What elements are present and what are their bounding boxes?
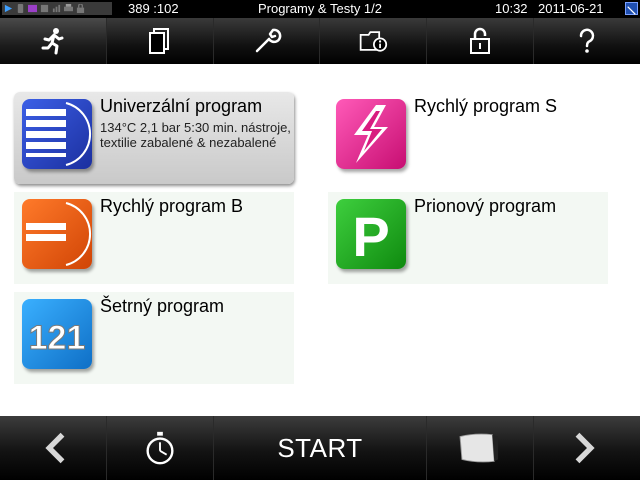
program-quick-s[interactable]: Rychlý program S xyxy=(328,92,608,184)
prion-letter: P xyxy=(352,205,389,268)
padlock-icon xyxy=(470,27,491,54)
door-button[interactable] xyxy=(427,416,534,480)
folder-info-icon xyxy=(360,31,388,52)
forward-button[interactable] xyxy=(534,416,640,480)
status-bar: 389 :102 Programy & Testy 1/2 10:32 2011… xyxy=(0,0,640,17)
program-list: Univerzální program 134°C 2,1 bar 5:30 m… xyxy=(0,64,640,416)
tab-help[interactable] xyxy=(534,18,640,64)
back-button[interactable] xyxy=(0,416,107,480)
wrench-icon xyxy=(255,28,281,53)
program-name: Rychlý program B xyxy=(100,196,244,216)
program-description: 134°C 2,1 bar 5:30 min. nástroje, textil… xyxy=(100,120,291,150)
universal-program-icon xyxy=(22,99,92,169)
program-name: Prionový program xyxy=(414,196,557,216)
quick-b-icon xyxy=(22,199,92,269)
door-icon xyxy=(459,433,499,463)
program-name: Šetrný program xyxy=(100,296,225,316)
top-navigation xyxy=(0,18,640,64)
running-person-icon xyxy=(41,28,64,55)
tab-documents[interactable] xyxy=(106,18,214,64)
lightning-icon xyxy=(336,99,406,169)
tab-lock[interactable] xyxy=(427,18,535,64)
prion-p-icon: P xyxy=(336,199,406,269)
gentle-icon-text: 121 xyxy=(29,319,86,357)
help-icon xyxy=(579,28,595,53)
gentle-121-icon: 121 xyxy=(22,299,92,369)
forward-arrow-icon xyxy=(575,432,595,464)
program-universal[interactable]: Univerzální program 134°C 2,1 bar 5:30 m… xyxy=(14,92,294,184)
tab-service[interactable] xyxy=(213,18,321,64)
timer-button[interactable] xyxy=(107,416,214,480)
start-label: START xyxy=(277,432,363,463)
back-arrow-icon xyxy=(45,432,65,464)
corner-icon xyxy=(625,2,638,15)
bottom-bar: START xyxy=(0,416,640,480)
start-button[interactable]: START xyxy=(214,416,427,480)
program-gentle[interactable]: 121 Šetrný program xyxy=(14,292,294,384)
program-quick-b[interactable]: Rychlý program B xyxy=(14,192,294,284)
documents-icon xyxy=(148,28,169,54)
clock-time: 10:32 xyxy=(495,1,528,16)
tab-info[interactable] xyxy=(320,18,428,64)
program-prion[interactable]: P Prionový program xyxy=(328,192,608,284)
program-name: Univerzální program xyxy=(100,96,263,116)
tab-programs[interactable] xyxy=(0,18,107,64)
program-name: Rychlý program S xyxy=(414,96,558,116)
timer-icon xyxy=(146,431,174,465)
clock-date: 2011-06-21 xyxy=(538,1,604,16)
